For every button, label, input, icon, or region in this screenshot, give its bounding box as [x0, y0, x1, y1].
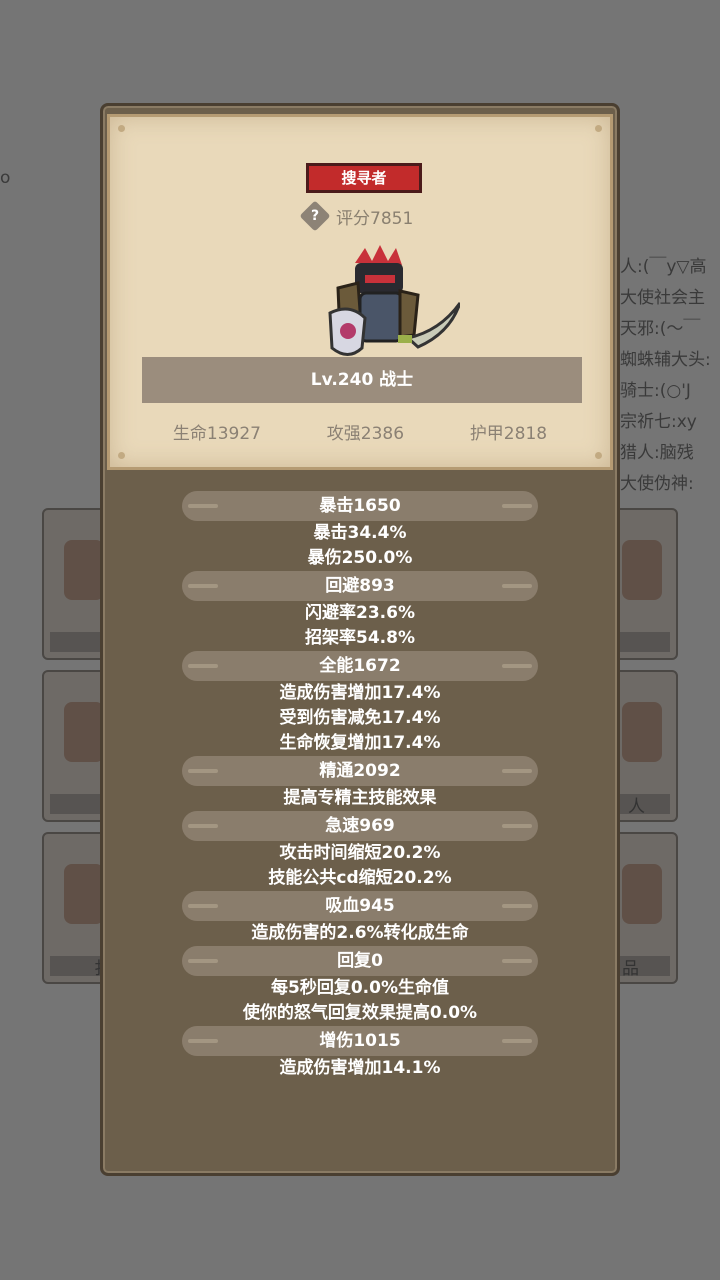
attr-header: 精通2092 [182, 756, 538, 786]
attr-header: 吸血945 [182, 891, 538, 921]
score-value: 评分7851 [336, 208, 414, 229]
attr-line: 暴伤250.0% [307, 548, 413, 568]
attr-line: 提高专精主技能效果 [283, 788, 437, 808]
character-card: 搜寻者 ? 评分7851 Lv.240 战士 生命13927 攻强2386 护甲… [107, 114, 613, 470]
attr-line: 招架率54.8% [305, 628, 415, 648]
chat-line: 蜘蛛辅大头: [620, 350, 711, 370]
tile-item-icon [64, 540, 104, 600]
attr-line: 暴击34.4% [313, 523, 407, 543]
background-fragment: o [0, 168, 11, 188]
question-icon[interactable]: ? [299, 200, 331, 232]
attr-line: 造成伤害增加14.1% [279, 1058, 441, 1078]
chat-line: 宗祈七:xy [620, 412, 697, 432]
attr-line: 技能公共cd缩短20.2% [268, 868, 452, 888]
attr-header: 回避893 [182, 571, 538, 601]
chat-line: 大使社会主 [620, 288, 705, 308]
warrior-avatar-icon [328, 245, 460, 356]
armor-stat: 护甲2818 [469, 424, 548, 444]
level-class-bar: Lv.240 战士 [142, 357, 582, 403]
attr-line: 造成伤害增加17.4% [279, 683, 441, 703]
attr-header: 暴击1650 [182, 491, 538, 521]
attribute-list: 暴击1650 暴击34.4% 暴伤250.0% 回避893 闪避率23.6% 招… [103, 491, 617, 1081]
attr-line: 造成伤害的2.6%转化成生命 [251, 923, 469, 943]
attr-group-regen: 回复0 每5秒回复0.0%生命值 使你的怒气回复效果提高0.0% [103, 946, 617, 1026]
attr-group-lifesteal: 吸血945 造成伤害的2.6%转化成生命 [103, 891, 617, 946]
hp-stat: 生命13927 [172, 424, 261, 444]
attr-group-mastery: 精通2092 提高专精主技能效果 [103, 756, 617, 811]
character-detail-panel: 搜寻者 ? 评分7851 Lv.240 战士 生命13927 攻强2386 护甲… [100, 103, 620, 1176]
attr-group-haste: 急速969 攻击时间缩短20.2% 技能公共cd缩短20.2% [103, 811, 617, 891]
attr-line: 攻击时间缩短20.2% [279, 843, 441, 863]
attr-line: 闪避率23.6% [305, 603, 415, 623]
chat-line: 天邪:(～￣ [620, 319, 701, 339]
attr-header: 急速969 [182, 811, 538, 841]
tile-item-icon [64, 864, 104, 924]
attr-line: 每5秒回复0.0%生命值 [271, 978, 449, 998]
score-row: ? 评分7851 [299, 200, 414, 232]
attr-group-crit: 暴击1650 暴击34.4% 暴伤250.0% [103, 491, 617, 571]
tile-label: 品 [622, 959, 639, 979]
tile-item-icon [64, 702, 104, 762]
tile-item-icon [622, 864, 662, 924]
chat-line: 人:(￣y▽高 [620, 257, 707, 277]
title-tag: 搜寻者 [306, 163, 422, 193]
attack-stat: 攻强2386 [326, 424, 405, 444]
attr-group-dodge: 回避893 闪避率23.6% 招架率54.8% [103, 571, 617, 651]
attr-group-damage-bonus: 增伤1015 造成伤害增加14.1% [103, 1026, 617, 1081]
attr-header: 增伤1015 [182, 1026, 538, 1056]
attr-group-versatility: 全能1672 造成伤害增加17.4% 受到伤害减免17.4% 生命恢复增加17.… [103, 651, 617, 756]
background-chat: 人:(￣y▽高 大使社会主 天邪:(～￣ 蜘蛛辅大头: 骑士:(○'J 宗祈七:… [620, 252, 711, 500]
chat-line: 猎人:脑残 [620, 443, 694, 463]
attr-line: 使你的怒气回复效果提高0.0% [242, 1003, 478, 1023]
tile-label: 人 [628, 797, 645, 817]
tile-item-icon [622, 702, 662, 762]
attr-line: 生命恢复增加17.4% [279, 733, 441, 753]
chat-line: 大使伪神: [620, 474, 694, 494]
chat-line: 骑士:(○'J [620, 381, 691, 401]
attr-line: 受到伤害减免17.4% [279, 708, 441, 728]
attr-header: 全能1672 [182, 651, 538, 681]
attr-header: 回复0 [182, 946, 538, 976]
base-stats: 生命13927 攻强2386 护甲2818 [110, 419, 610, 444]
tile-item-icon [622, 540, 662, 600]
